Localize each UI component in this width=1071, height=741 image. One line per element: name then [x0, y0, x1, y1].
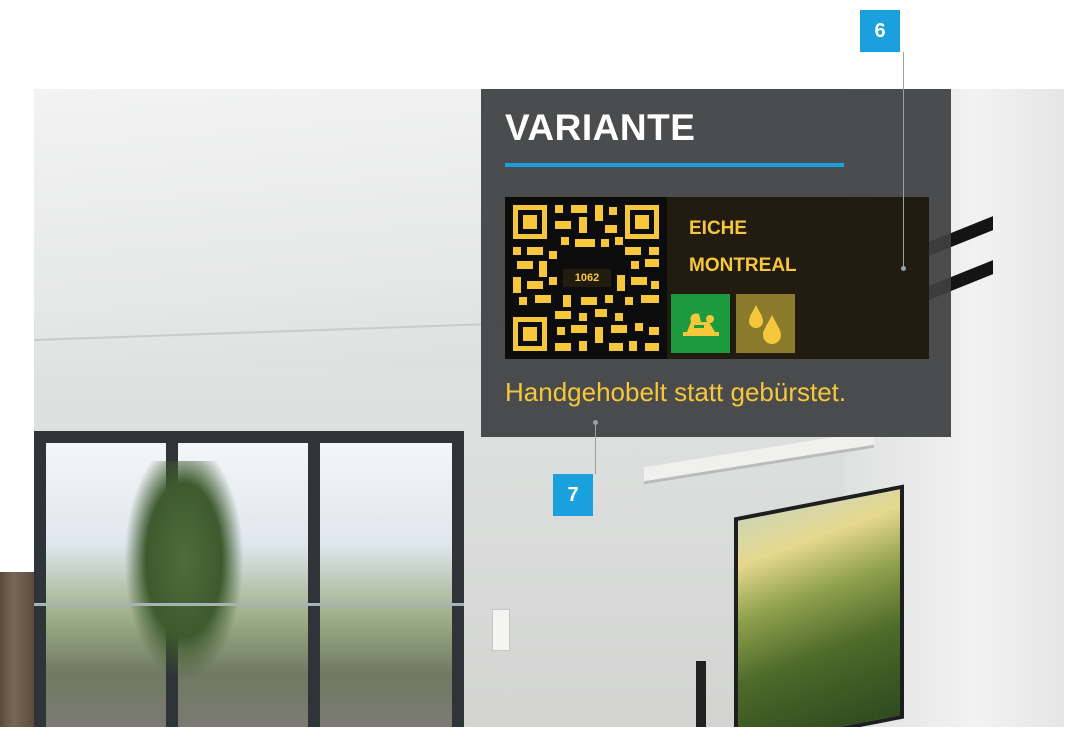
window-pane: [320, 443, 452, 727]
sculpture: [696, 661, 706, 727]
wall-tv: [734, 484, 904, 727]
variant-panel: VARIANTE 1062 EICHE MONTREAL Handgehobel…: [481, 89, 951, 437]
product-name-line1: EICHE: [689, 218, 748, 239]
panel-title: VARIANTE: [505, 107, 696, 148]
title-underline: [505, 163, 844, 167]
variant-caption: Handgehobelt statt gebürstet.: [505, 377, 847, 407]
wood-sample-strip: [0, 572, 34, 727]
callout-7-anchor: [593, 420, 598, 425]
hand-plane-icon: [682, 312, 719, 336]
product-name-line2: MONTREAL: [689, 255, 797, 276]
window-frame: [34, 431, 464, 727]
light-switch: [492, 609, 510, 651]
callout-7-leader: [595, 422, 596, 474]
qr-code[interactable]: 1062: [505, 197, 667, 359]
oil-drops-icon: [748, 304, 781, 344]
oil-badge: [736, 294, 795, 353]
hand-plane-badge: [671, 294, 730, 353]
callout-6: 6: [860, 10, 900, 52]
product-card: 1062 EICHE MONTREAL: [505, 197, 929, 359]
wall-shelf: [644, 430, 874, 485]
tree: [124, 461, 244, 681]
callout-6-anchor: [901, 266, 906, 271]
qr-code-number: 1062: [563, 269, 611, 287]
balcony-rail: [34, 603, 464, 606]
callout-6-leader: [903, 52, 904, 268]
callout-7: 7: [553, 474, 593, 516]
